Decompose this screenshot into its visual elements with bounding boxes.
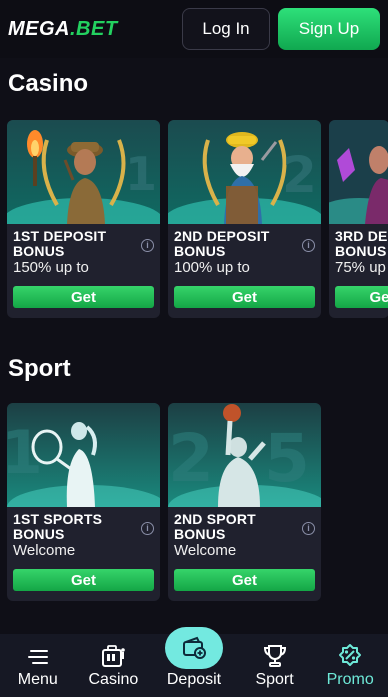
bottom-nav: Menu Casino Deposit Sport Promo (0, 627, 388, 697)
card-title: 2ND SPORT BONUS (174, 511, 256, 542)
info-icon[interactable]: i (302, 522, 315, 535)
card-description: 100% up to (174, 259, 250, 276)
sport-section-title: Sport (8, 355, 71, 382)
card-title: 1ST SPORTS BONUS (13, 511, 103, 542)
nav-casino-label: Casino (88, 671, 139, 688)
get-bonus-button[interactable]: Get (335, 286, 388, 308)
svg-text:1: 1 (7, 418, 43, 488)
sport-cards-row[interactable]: 1 1ST SPORTS BONUS Welcome i Get 2 5 2ND… (7, 403, 321, 601)
nav-casino[interactable]: Casino (78, 643, 148, 689)
sport-card-1[interactable]: 1 1ST SPORTS BONUS Welcome i Get (7, 403, 160, 601)
nav-promo[interactable]: Promo (315, 643, 385, 689)
casino-card-1-image: 1 (7, 120, 160, 224)
sport-card-2[interactable]: 2 5 2ND SPORT BONUS Welcome i Get (168, 403, 321, 601)
get-bonus-button[interactable]: Get (13, 569, 154, 591)
card-title: 1ST DEPOSIT BONUS (13, 228, 107, 259)
card-description: 75% up to (335, 259, 388, 276)
sport-card-2-image: 2 5 (168, 403, 321, 507)
casino-card-2-image: 2 (168, 120, 321, 224)
nav-menu-label: Menu (17, 671, 58, 688)
signup-button[interactable]: Sign Up (278, 8, 380, 50)
card-description: Welcome (174, 542, 237, 559)
nav-sport[interactable]: Sport (240, 643, 310, 689)
menu-icon (27, 650, 48, 664)
sport-card-1-image: 1 (7, 403, 160, 507)
casino-card-3-image (329, 120, 388, 224)
app-page: MEGA .BET Log In Sign Up Casino 1 1ST DE… (0, 0, 388, 697)
info-icon[interactable]: i (141, 239, 154, 252)
casino-card-1[interactable]: 1 1ST DEPOSIT BONUS 150% up to i Get (7, 120, 160, 318)
card-title: 2ND DEPOSIT BONUS (174, 228, 270, 259)
casino-card-3[interactable]: 3RD DEPOSIT BONUS 75% up to Get (329, 120, 388, 318)
top-header: MEGA .BET Log In Sign Up (0, 0, 388, 58)
svg-text:2: 2 (282, 146, 317, 204)
nav-menu[interactable]: Menu (3, 643, 73, 689)
slot-machine-icon (102, 645, 126, 667)
logo-bet: .BET (70, 17, 118, 40)
percent-badge-icon (339, 644, 362, 666)
get-bonus-button[interactable]: Get (13, 286, 154, 308)
nav-deposit-label: Deposit (166, 671, 222, 688)
card-title: 3RD DEPOSIT BONUS (335, 228, 388, 259)
casino-card-2-body: 2ND DEPOSIT BONUS 100% up to (174, 228, 315, 277)
deposit-button-bg[interactable] (164, 627, 223, 669)
sport-card-2-body: 2ND SPORT BONUS Welcome (174, 511, 315, 560)
card-description: Welcome (13, 542, 76, 559)
casino-section-title: Casino (8, 70, 89, 97)
casino-card-3-body: 3RD DEPOSIT BONUS 75% up to (335, 228, 388, 277)
casino-cards-row[interactable]: 1 1ST DEPOSIT BONUS 150% up to i Get 2 2… (7, 120, 388, 318)
megabet-logo[interactable]: MEGA .BET (8, 18, 118, 41)
info-icon[interactable]: i (302, 239, 315, 252)
sport-card-1-body: 1ST SPORTS BONUS Welcome (13, 511, 154, 560)
trophy-icon (263, 645, 286, 667)
login-button[interactable]: Log In (182, 8, 270, 50)
wallet-plus-icon (182, 636, 206, 659)
svg-text:1: 1 (125, 147, 157, 201)
nav-deposit[interactable]: Deposit (154, 627, 234, 689)
info-icon[interactable]: i (141, 522, 154, 535)
nav-promo-label: Promo (326, 671, 374, 688)
nav-sport-label: Sport (255, 671, 294, 688)
card-description: 150% up to (13, 259, 89, 276)
get-bonus-button[interactable]: Get (174, 569, 315, 591)
casino-card-2[interactable]: 2 2ND DEPOSIT BONUS 100% up to i Get (168, 120, 321, 318)
auth-buttons: Log In Sign Up (182, 8, 380, 50)
logo-mega: MEGA (8, 17, 70, 40)
svg-text:2: 2 (168, 420, 214, 497)
casino-card-1-body: 1ST DEPOSIT BONUS 150% up to (13, 228, 154, 277)
get-bonus-button[interactable]: Get (174, 286, 315, 308)
svg-text:5: 5 (264, 420, 310, 497)
